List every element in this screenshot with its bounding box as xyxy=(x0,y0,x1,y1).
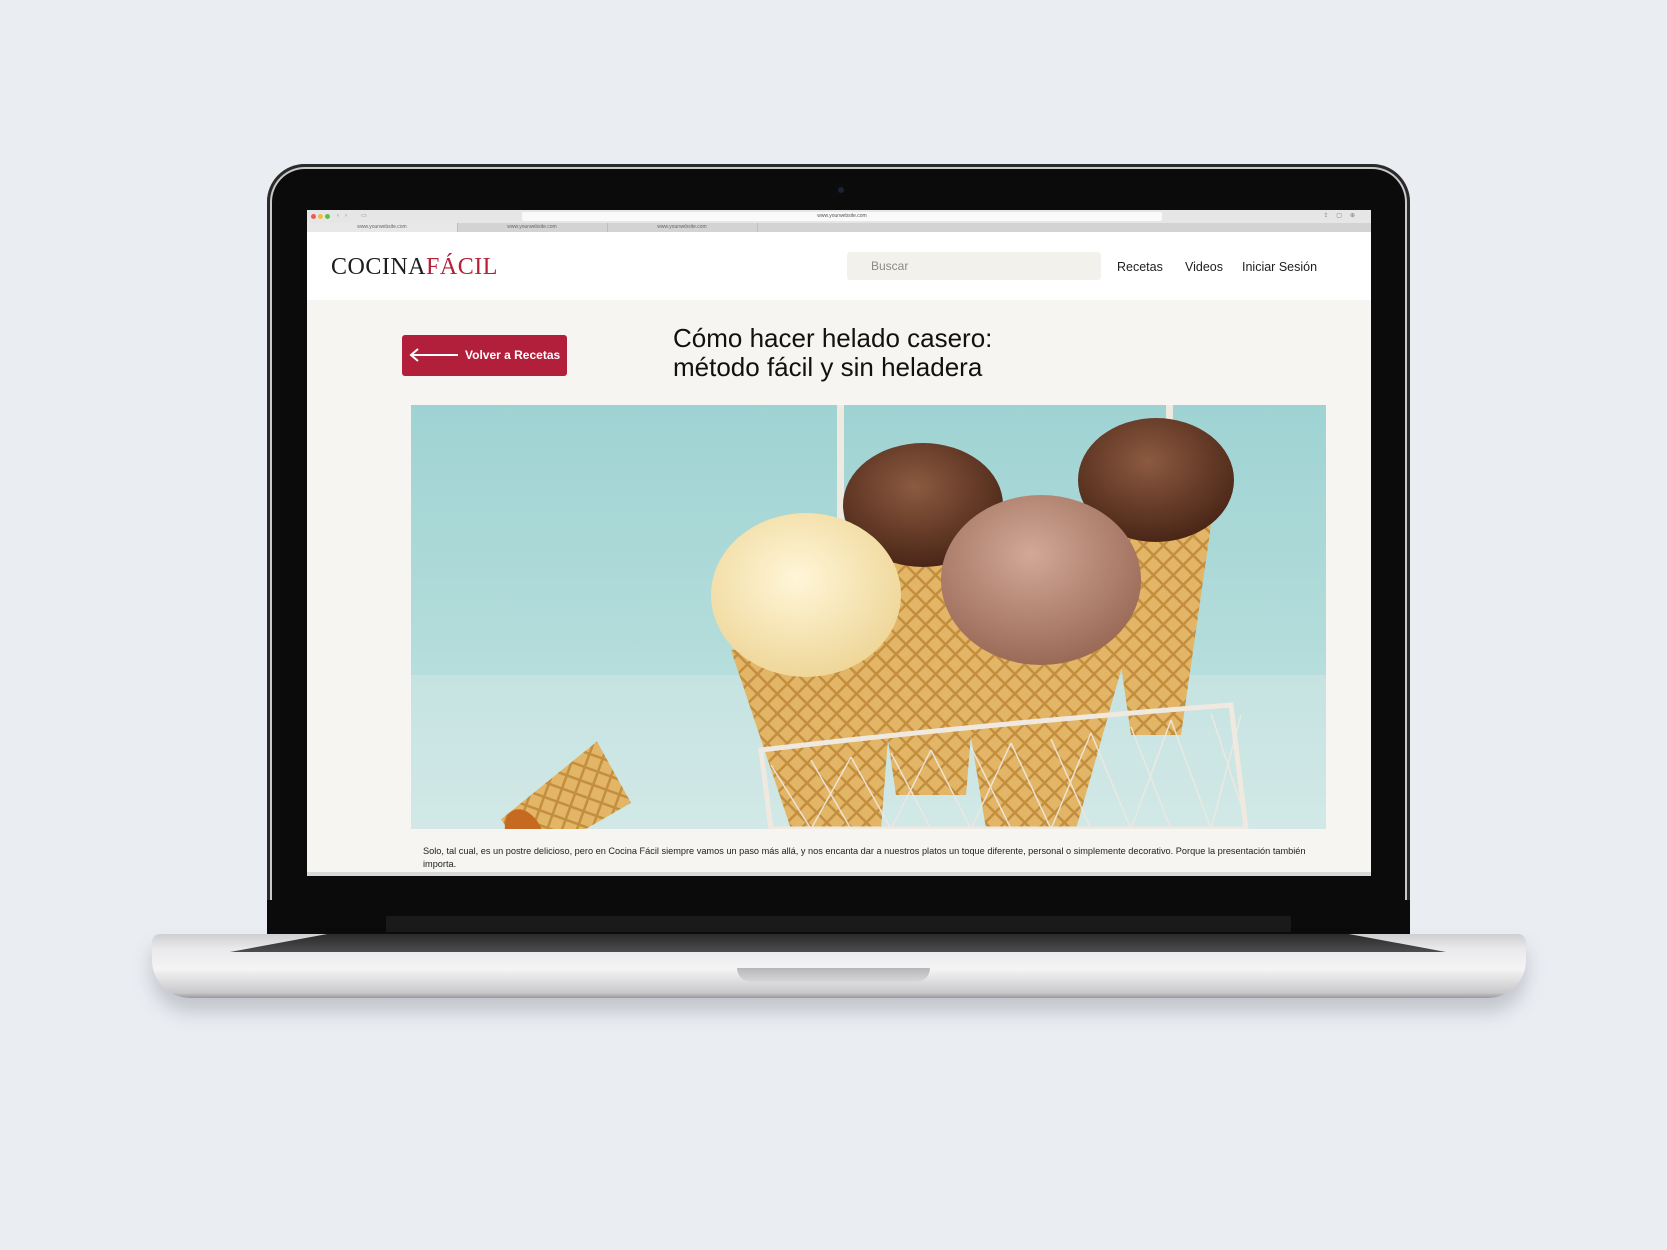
logo-accent: FÁCIL xyxy=(426,254,498,280)
browser-tab[interactable]: www.yourwebsite.com xyxy=(307,223,458,232)
back-nav-icon[interactable]: ‹ xyxy=(337,213,339,220)
arrow-left-icon xyxy=(409,348,458,362)
forward-nav-icon[interactable]: › xyxy=(345,213,347,220)
search-input[interactable] xyxy=(847,252,1101,280)
browser-tab[interactable]: www.yourwebsite.com xyxy=(607,223,758,232)
browser-actions-icons[interactable]: ⇪▢⊕ xyxy=(1323,212,1363,219)
screen: ‹ › ▭ www.yourwebsite.com ⇪▢⊕ www.yourwe… xyxy=(307,210,1371,876)
logo-main: COCINA xyxy=(331,254,427,280)
back-to-recipes-button[interactable]: Volver a Recetas xyxy=(402,335,567,376)
nav-videos[interactable]: Videos xyxy=(1185,260,1223,274)
nav-login[interactable]: Iniciar Sesión xyxy=(1242,260,1317,274)
screen-bottom-edge xyxy=(307,872,1371,876)
article-title: Cómo hacer helado casero: método fácil y… xyxy=(673,324,1093,382)
laptop-keyboard-edge xyxy=(230,934,1446,952)
hero-image-ice-cream-cones xyxy=(411,405,1326,829)
laptop-hinge xyxy=(386,916,1291,932)
browser-tab-bar: www.yourwebsite.com www.yourwebsite.com … xyxy=(307,223,1371,232)
camera-icon xyxy=(836,185,846,195)
title-line-1: Cómo hacer helado casero: xyxy=(673,323,993,353)
nav-recetas[interactable]: Recetas xyxy=(1117,260,1163,274)
back-button-label: Volver a Recetas xyxy=(465,348,561,362)
sidebar-icon[interactable]: ▭ xyxy=(361,213,367,220)
title-line-2: método fácil y sin heladera xyxy=(673,352,983,382)
browser-toolbar: ‹ › ▭ www.yourwebsite.com ⇪▢⊕ xyxy=(307,210,1371,224)
site-logo[interactable]: COCINAFÁCIL xyxy=(331,254,498,281)
minimize-window-button[interactable] xyxy=(318,214,323,219)
article-intro: Solo, tal cual, es un postre delicioso, … xyxy=(423,846,1306,869)
browser-tab[interactable]: www.yourwebsite.com xyxy=(457,223,608,232)
address-bar[interactable]: www.yourwebsite.com xyxy=(522,212,1162,221)
maximize-window-button[interactable] xyxy=(325,214,330,219)
laptop-lid-notch xyxy=(737,968,930,982)
close-window-button[interactable] xyxy=(311,214,316,219)
site-header: COCINAFÁCIL Recetas Videos Iniciar Sesió… xyxy=(307,232,1371,300)
